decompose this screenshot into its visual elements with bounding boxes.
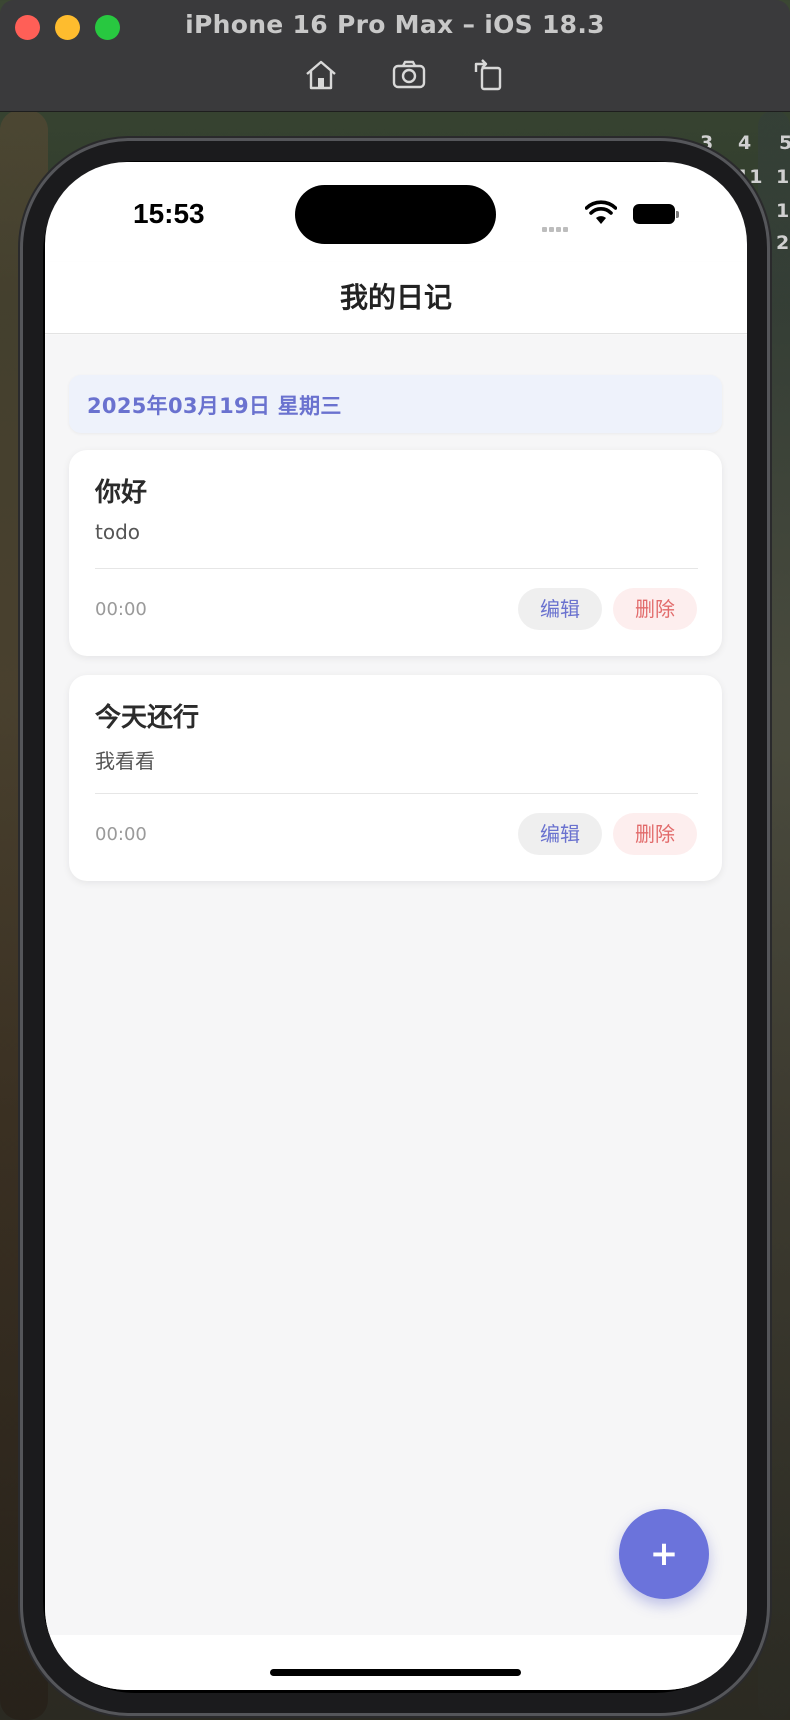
- calendar-day: 4: [738, 132, 752, 154]
- date-section-header: 2025年03月19日 星期三: [69, 375, 722, 433]
- entry-content: todo: [95, 520, 141, 544]
- page-title: 我的日记: [339, 281, 452, 314]
- calendar-day: 5: [779, 132, 790, 154]
- entry-title: 你好: [95, 478, 148, 508]
- screenshot-icon[interactable]: [391, 58, 427, 92]
- divider: [95, 568, 698, 569]
- entry-time: 00:00: [95, 824, 147, 845]
- home-indicator-area: [45, 1635, 747, 1690]
- navigation-header: 我的日记: [45, 262, 747, 334]
- status-time: 15:53: [133, 198, 205, 229]
- edit-button[interactable]: 编辑: [518, 588, 602, 630]
- home-icon[interactable]: [303, 58, 339, 92]
- entry-title: 今天还行: [95, 703, 200, 733]
- entry-time: 00:00: [95, 599, 147, 620]
- diary-entry-card[interactable]: 你好 todo 00:00 编辑 删除: [69, 450, 722, 656]
- simulator-title: iPhone 16 Pro Max – iOS 18.3: [185, 10, 605, 39]
- calendar-day: 26: [776, 232, 790, 254]
- diary-list: 2025年03月19日 星期三 你好 todo 00:00 编辑 删除 今天还行…: [45, 335, 747, 1635]
- add-entry-button[interactable]: +: [619, 1509, 709, 1599]
- home-indicator[interactable]: [270, 1669, 521, 1676]
- delete-button[interactable]: 删除: [613, 588, 697, 630]
- calendar-day: 19: [776, 200, 790, 222]
- calendar-day: 12: [776, 166, 790, 188]
- divider: [95, 793, 698, 794]
- diary-entry-card[interactable]: 今天还行 我看看 00:00 编辑 删除: [69, 675, 722, 881]
- dynamic-island: [295, 185, 496, 244]
- rotate-icon[interactable]: [470, 58, 506, 92]
- edit-button[interactable]: 编辑: [518, 813, 602, 855]
- cellular-signal-icon: [542, 217, 570, 236]
- date-label: 2025年03月19日 星期三: [87, 394, 342, 418]
- wifi-icon: [584, 200, 618, 226]
- phone-screen: 15:53 我的日记 2025年03月19日 星期三 你好 todo 00:00…: [45, 162, 747, 1690]
- simulator-titlebar: iPhone 16 Pro Max – iOS 18.3: [0, 0, 790, 112]
- delete-button[interactable]: 删除: [613, 813, 697, 855]
- battery-icon: [633, 204, 679, 224]
- entry-content: 我看看: [95, 749, 155, 773]
